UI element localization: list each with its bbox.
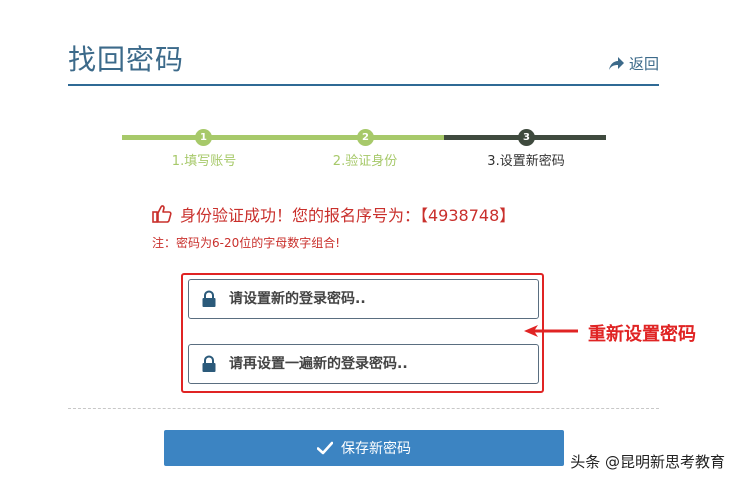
thumbs-up-icon	[152, 205, 172, 223]
new-password-input[interactable]	[229, 291, 519, 307]
new-password-field[interactable]	[188, 279, 539, 319]
step-2-badge: 2	[357, 129, 374, 146]
step-2-label: 2.验证身份	[332, 154, 398, 169]
step-1-badge: 1	[195, 129, 212, 146]
back-arrow-icon	[608, 56, 624, 70]
save-button-label: 保存新密码	[341, 441, 411, 457]
success-message: 身份验证成功！您的报名序号为：【4938748】	[152, 202, 515, 226]
back-link[interactable]: 返回	[607, 53, 659, 74]
watermark: 头条 @昆明新思考教育	[570, 453, 725, 471]
success-text: 身份验证成功！您的报名序号为：【4938748】	[180, 206, 516, 225]
confirm-password-field[interactable]	[188, 344, 539, 384]
page-title: 找回密码	[68, 43, 185, 76]
step-3-badge: 3	[518, 129, 535, 146]
confirm-password-input[interactable]	[229, 356, 519, 372]
dashed-divider	[68, 408, 659, 409]
check-icon	[317, 441, 333, 455]
back-label: 返回	[628, 55, 659, 73]
title-divider	[68, 84, 659, 86]
step-3-label: 3.设置新密码	[487, 154, 565, 169]
lock-icon	[189, 355, 229, 373]
lock-icon	[189, 290, 229, 308]
step-1-label: 1.填写账号	[171, 154, 237, 169]
save-password-button[interactable]: 保存新密码	[164, 430, 564, 466]
password-rule-note: 注：密码为6-20位的字母数字组合!	[152, 236, 341, 250]
annotation-label: 重新设置密码	[588, 324, 696, 345]
progress-steps: 1 2 3 1.填写账号 2.验证身份 3.设置新密码	[122, 129, 606, 169]
right-pointing-arrow-icon	[524, 325, 578, 337]
